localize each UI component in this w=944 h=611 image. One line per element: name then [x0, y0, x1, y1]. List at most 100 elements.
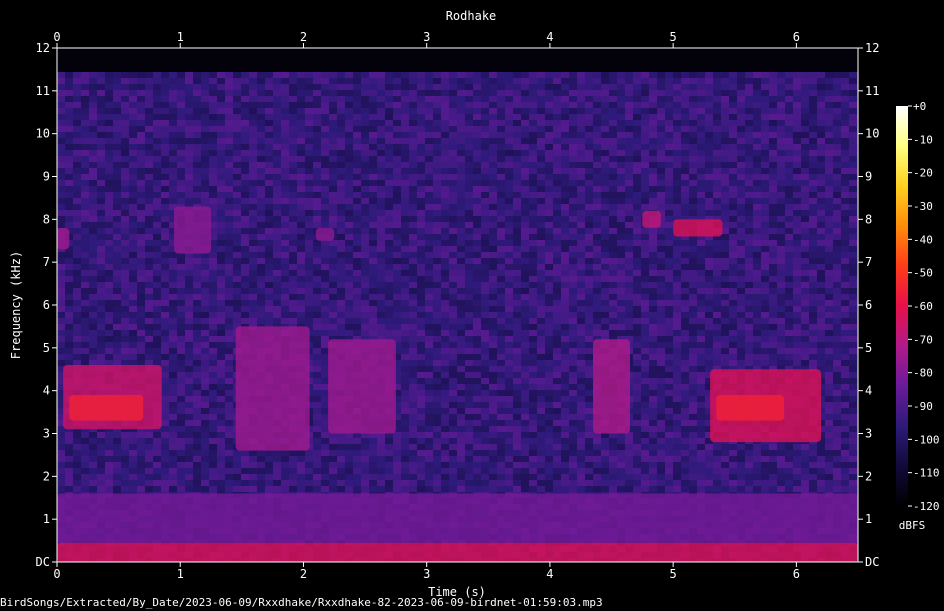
noise-cell: [625, 234, 633, 240]
noise-cell: [409, 270, 417, 276]
noise-cell: [585, 150, 593, 156]
noise-cell: [305, 114, 313, 120]
noise-cell: [593, 48, 601, 54]
noise-cell: [769, 54, 777, 60]
noise-cell: [337, 72, 345, 78]
noise-cell: [57, 216, 65, 222]
noise-cell: [809, 282, 817, 288]
noise-cell: [281, 138, 289, 144]
noise-cell: [841, 300, 849, 306]
noise-cell: [241, 114, 249, 120]
noise-cell: [377, 60, 385, 66]
noise-cell: [833, 240, 841, 246]
noise-cell: [393, 174, 401, 180]
noise-cell: [281, 240, 289, 246]
noise-cell: [433, 138, 441, 144]
noise-cell: [625, 222, 633, 228]
noise-cell: [377, 138, 385, 144]
noise-cell: [241, 54, 249, 60]
noise-cell: [57, 114, 65, 120]
noise-cell: [657, 264, 665, 270]
noise-cell: [633, 66, 641, 72]
noise-cell: [497, 312, 505, 318]
noise-cell: [593, 258, 601, 264]
noise-cell: [217, 180, 225, 186]
noise-cell: [257, 168, 265, 174]
noise-cell: [153, 132, 161, 138]
noise-cell: [409, 288, 417, 294]
noise-cell: [737, 180, 745, 186]
noise-cell: [625, 258, 633, 264]
noise-cell: [425, 246, 433, 252]
noise-cell: [481, 258, 489, 264]
noise-cell: [433, 294, 441, 300]
noise-cell: [689, 240, 697, 246]
noise-cell: [569, 132, 577, 138]
noise-cell: [529, 162, 537, 168]
noise-cell: [545, 48, 553, 54]
noise-cell: [393, 216, 401, 222]
noise-cell: [689, 198, 697, 204]
noise-cell: [553, 234, 561, 240]
noise-cell: [409, 222, 417, 228]
noise-cell: [169, 66, 177, 72]
noise-cell: [825, 174, 833, 180]
noise-cell: [257, 108, 265, 114]
noise-cell: [833, 72, 841, 78]
noise-cell: [609, 126, 617, 132]
noise-cell: [497, 300, 505, 306]
noise-cell: [593, 270, 601, 276]
noise-cell: [809, 222, 817, 228]
noise-cell: [689, 114, 697, 120]
noise-cell: [553, 258, 561, 264]
noise-cell: [281, 114, 289, 120]
noise-cell: [545, 186, 553, 192]
noise-cell: [705, 102, 713, 108]
noise-cell: [137, 198, 145, 204]
noise-cell: [713, 198, 721, 204]
noise-cell: [321, 240, 329, 246]
noise-cell: [721, 246, 729, 252]
noise-cell: [745, 198, 753, 204]
noise-cell: [617, 288, 625, 294]
noise-cell: [761, 174, 769, 180]
noise-cell: [57, 126, 65, 132]
noise-cell: [73, 96, 81, 102]
noise-cell: [225, 78, 233, 84]
noise-cell: [121, 180, 129, 186]
noise-cell: [577, 168, 585, 174]
noise-cell: [473, 168, 481, 174]
noise-cell: [297, 132, 305, 138]
noise-cell: [153, 216, 161, 222]
noise-cell: [489, 180, 497, 186]
noise-cell: [849, 60, 857, 66]
noise-cell: [265, 126, 273, 132]
noise-cell: [761, 192, 769, 198]
noise-cell: [633, 222, 641, 228]
noise-cell: [489, 264, 497, 270]
noise-cell: [665, 288, 673, 294]
noise-cell: [417, 306, 425, 312]
noise-cell: [209, 300, 217, 306]
noise-cell: [417, 144, 425, 150]
noise-cell: [505, 60, 513, 66]
noise-cell: [681, 192, 689, 198]
noise-cell: [297, 288, 305, 294]
noise-cell: [417, 168, 425, 174]
noise-cell: [161, 180, 169, 186]
noise-cell: [577, 258, 585, 264]
noise-cell: [545, 54, 553, 60]
noise-cell: [209, 114, 217, 120]
noise-cell: [689, 78, 697, 84]
noise-cell: [89, 330, 97, 336]
noise-cell: [201, 264, 209, 270]
noise-cell: [153, 324, 161, 330]
noise-cell: [641, 162, 649, 168]
noise-cell: [217, 198, 225, 204]
noise-cell: [377, 204, 385, 210]
noise-cell: [121, 96, 129, 102]
noise-cell: [265, 162, 273, 168]
noise-cell: [233, 66, 241, 72]
noise-cell: [433, 114, 441, 120]
noise-cell: [649, 126, 657, 132]
